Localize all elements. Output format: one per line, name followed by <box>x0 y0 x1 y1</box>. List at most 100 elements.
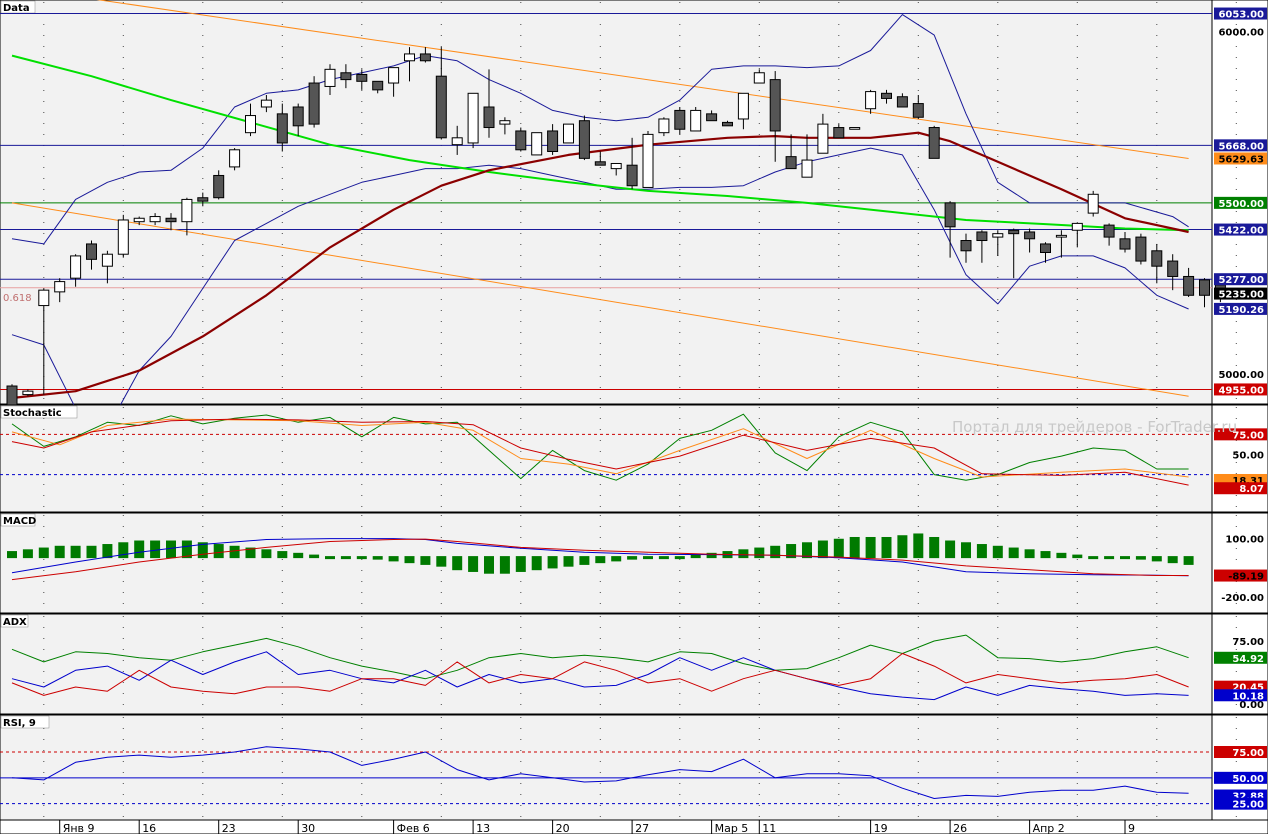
x-tick-label: 20 <box>556 822 570 834</box>
panel-rsi: RSI, 975.0050.0032.8825.00 <box>0 714 1268 821</box>
candle-body <box>737 92 749 120</box>
macd-histogram-bar <box>166 540 176 559</box>
x-tick-label: 23 <box>222 822 236 834</box>
candle-body <box>833 127 845 139</box>
price-tag: 5500.00 <box>1214 196 1267 210</box>
panel-adx: ADX75.000.0054.9220.4510.18 <box>0 613 1268 715</box>
macd-histogram-bar <box>1008 547 1019 559</box>
macd-histogram-bar <box>388 556 399 562</box>
candle-body <box>944 202 956 228</box>
fib-label: 0.618 <box>3 293 32 304</box>
macd-histogram-bar <box>547 556 558 569</box>
x-axis-bg <box>0 819 1268 834</box>
candle <box>1135 233 1147 265</box>
candle-body <box>1040 243 1051 253</box>
candle <box>690 106 702 132</box>
candle-body <box>1008 229 1020 235</box>
macd-histogram-bar <box>229 545 240 559</box>
candle-body <box>658 118 670 134</box>
price-tag-text: 5277.00 <box>1218 275 1264 286</box>
candle-body <box>70 255 82 279</box>
y-tick-label: 6000.00 <box>1218 28 1264 39</box>
value-tag-text: 50.00 <box>1232 774 1264 785</box>
candle-body <box>594 161 606 166</box>
price-tag: 5190.26 <box>1214 302 1267 316</box>
candle-body <box>578 120 590 159</box>
candle <box>578 115 590 161</box>
candle-body <box>165 217 177 223</box>
macd-histogram-bar <box>340 556 351 560</box>
candle-body <box>1055 234 1067 238</box>
macd-histogram-bar <box>261 549 272 559</box>
candle-body <box>722 121 733 127</box>
macd-histogram-bar <box>404 556 415 564</box>
candle-body <box>865 91 877 110</box>
value-tag: 25.00 <box>1214 797 1267 811</box>
price-tag: 5235.00 <box>1214 287 1267 301</box>
macd-histogram-bar <box>881 536 892 559</box>
price-tag-text: 5235.00 <box>1218 290 1264 301</box>
candle-body <box>674 109 686 130</box>
plot-area <box>0 613 1213 715</box>
candle-body <box>1199 279 1210 296</box>
macd-histogram-bar <box>674 556 685 560</box>
macd-histogram-bar <box>54 545 65 559</box>
price-tag-text: 6053.00 <box>1218 10 1264 21</box>
macd-histogram-bar <box>22 549 33 559</box>
candle <box>531 132 543 156</box>
candle-body <box>1151 250 1163 267</box>
candle-body <box>419 53 431 62</box>
panel-label: MACD <box>3 516 36 527</box>
macd-histogram-bar <box>833 538 844 559</box>
panel-label: Data <box>3 3 30 14</box>
macd-histogram-bar <box>484 556 494 574</box>
candle-body <box>753 72 765 84</box>
macd-histogram-bar <box>468 556 479 572</box>
macd-histogram-bar <box>372 556 383 560</box>
macd-histogram-bar <box>1024 549 1035 559</box>
x-tick-label: 16 <box>142 822 156 834</box>
value-tag-text: 54.92 <box>1232 654 1264 665</box>
x-tick-label: Фев 6 <box>397 822 430 834</box>
price-tag: 5277.00 <box>1214 273 1267 286</box>
macd-histogram-bar <box>1183 556 1194 565</box>
price-tag: 5629.63 <box>1214 152 1267 165</box>
candle-body <box>292 106 304 127</box>
x-tick-label: 30 <box>301 822 315 834</box>
candle-body <box>896 96 908 108</box>
price-tag: 5668.00 <box>1214 139 1267 152</box>
macd-histogram-bar <box>1088 556 1099 560</box>
price-tag: 6053.00 <box>1214 7 1267 21</box>
candle-body <box>38 289 50 307</box>
macd-histogram-bar <box>897 535 908 559</box>
macd-histogram-bar <box>1120 556 1130 560</box>
x-axis: Янв 9 16 23 30 Фев 6 13 20 27 Мар 5 11 19 26 Апр 2 9 <box>0 819 1268 834</box>
macd-histogram-bar <box>945 540 956 559</box>
candle-body <box>101 253 113 267</box>
x-tick-label: Мар 5 <box>715 822 749 834</box>
candle-body <box>547 130 559 153</box>
candle-body <box>1024 231 1036 240</box>
candle-body <box>197 197 209 202</box>
macd-histogram-bar <box>1151 556 1162 562</box>
macd-histogram-bar <box>38 547 49 559</box>
candle-body <box>1183 275 1195 296</box>
macd-histogram-bar <box>7 551 17 559</box>
candle-body <box>483 106 495 129</box>
macd-histogram-bar <box>515 556 526 572</box>
candle-body <box>229 149 241 168</box>
candle-body <box>260 99 272 108</box>
x-tick-label: 11 <box>762 822 776 834</box>
y-tick-label: -200.00 <box>1221 593 1264 604</box>
x-tick-label: 19 <box>874 822 888 834</box>
candle-body <box>213 174 225 199</box>
x-tick-label: 27 <box>635 822 649 834</box>
panels-layer: Data 6000.00 5000.00 6053.00 5668.00 5629.63 5… <box>0 0 1268 821</box>
panel-price: Data 6000.00 5000.00 6053.00 5668.00 5629.63 5… <box>0 0 1268 430</box>
candle-body <box>976 231 988 242</box>
candle-body <box>117 219 129 255</box>
watermark: Портал для трейдеров - ForTrader.ru <box>952 418 1237 436</box>
macd-histogram-bar <box>118 542 129 559</box>
macd-histogram-bar <box>817 540 828 559</box>
price-tag-text: 5668.00 <box>1218 141 1264 152</box>
